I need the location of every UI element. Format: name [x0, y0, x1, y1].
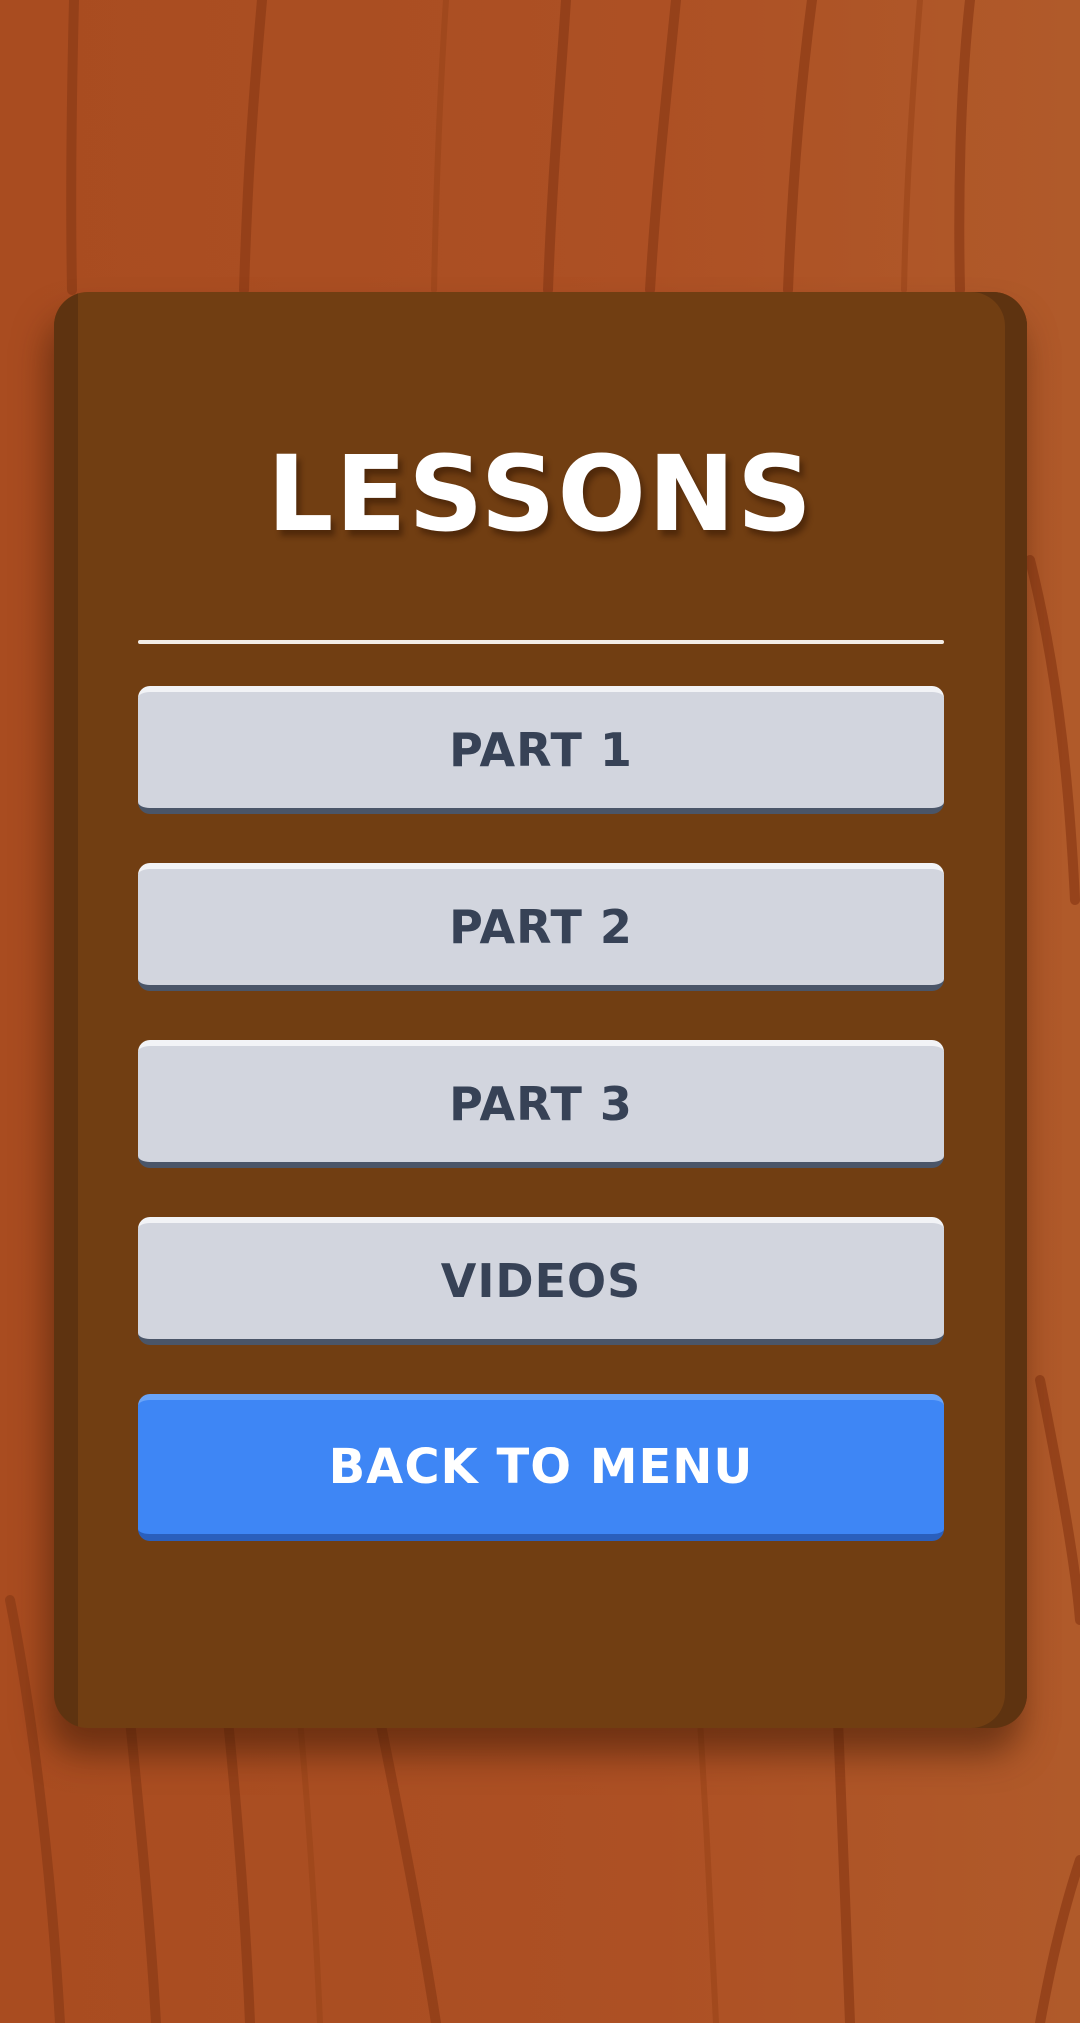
part-2-button-label: PART 2 — [449, 900, 633, 954]
videos-button-label: VIDEOS — [440, 1254, 642, 1308]
back-to-menu-button-label: BACK TO MENU — [328, 1439, 754, 1495]
title-divider — [138, 640, 944, 644]
part-1-button-label: PART 1 — [449, 723, 633, 777]
part-2-button[interactable]: PART 2 — [138, 863, 944, 991]
lessons-screen: LESSONS PART 1 PART 2 PART 3 VIDEOS BACK… — [0, 0, 1080, 2023]
back-to-menu-button[interactable]: BACK TO MENU — [138, 1394, 944, 1541]
videos-button[interactable]: VIDEOS — [138, 1217, 944, 1345]
part-3-button[interactable]: PART 3 — [138, 1040, 944, 1168]
part-3-button-label: PART 3 — [449, 1077, 633, 1131]
lessons-panel: LESSONS PART 1 PART 2 PART 3 VIDEOS BACK… — [54, 292, 1027, 1728]
page-title: LESSONS — [267, 433, 814, 555]
part-1-button[interactable]: PART 1 — [138, 686, 944, 814]
